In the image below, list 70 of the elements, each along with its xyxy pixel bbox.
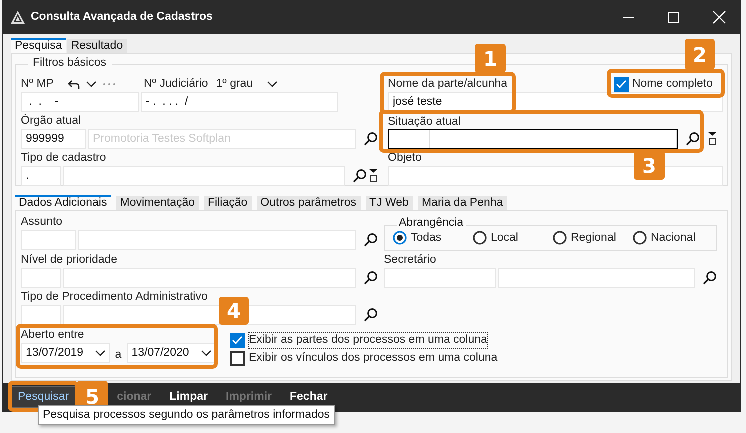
chevron-down-icon[interactable] [201,350,212,356]
search-icon[interactable] [364,271,378,285]
field-label: Nível de prioridade [21,253,118,268]
checkbox[interactable] [614,77,630,92]
field-label: Situação atual [388,115,461,129]
input-field[interactable]: 999999 [21,129,86,149]
radio-label: Todas [411,230,442,246]
radio-button[interactable] [553,231,567,245]
field-label: Aberto entre [21,328,84,343]
chevron-down-icon[interactable] [95,350,106,356]
close-icon[interactable] [713,10,726,24]
search-icon[interactable] [703,271,717,285]
undo-arrow-icon[interactable] [68,80,80,89]
field-label: Secretário [384,253,436,268]
tab[interactable]: Filiação [204,196,252,210]
radio-button[interactable] [393,231,407,245]
input-field[interactable]: . [21,166,61,186]
maximize-icon[interactable] [668,12,679,22]
tab[interactable]: Pesquisa [11,38,66,53]
search-icon[interactable] [364,308,378,322]
radio-label: Nacional [651,230,696,246]
checkbox[interactable] [230,350,245,366]
radio-button[interactable] [473,231,487,245]
field-label: Tipo de cadastro [21,151,106,166]
field-label: Tipo de Procedimento Administrativo [21,290,208,305]
tab[interactable]: TJ Web [366,196,413,210]
chevron-down-icon[interactable] [86,81,97,88]
field-label: Nome da parte/alcunha [388,77,508,92]
group-title: Filtros básicos [28,57,112,69]
tab[interactable]: Maria da Penha [418,196,508,210]
app-logo-icon [11,10,25,24]
tab[interactable]: Movimentação [116,196,200,210]
callout-badge: 3 [634,151,665,180]
field-label: Órgão atual [21,114,82,129]
callout-badge: 1 [475,44,506,73]
separator-label: a [114,348,123,363]
group-title: Abrangência [397,217,466,229]
checkbox[interactable] [230,332,245,348]
input-field[interactable]: - . . . . / [141,92,338,112]
window-title: Consulta Avançada de Cadastros [31,11,213,23]
filter-icon[interactable] [708,132,717,146]
date-picker[interactable]: 13/07/2019 [21,343,110,363]
field-label: Objeto [388,151,422,166]
search-icon[interactable] [364,132,378,146]
toolbar-button[interactable]: Limpar [162,386,215,408]
field-label: Assunto [21,215,63,230]
search-icon[interactable] [353,169,367,183]
field-label: 1º grau [216,77,254,92]
radio-button[interactable] [633,231,647,245]
checkbox-label: Nome completo [632,77,713,92]
toolbar-button[interactable]: Fechar [283,386,335,408]
callout-badge: 4 [219,297,249,325]
callout-badge: 2 [685,39,715,70]
ellipsis-icon[interactable] [102,83,116,86]
search-icon[interactable] [686,132,700,146]
tab[interactable]: Outros parâmetros [256,196,361,210]
tooltip: Pesquisa processos segundo os parâmetros informados [38,405,336,425]
input-field[interactable]: . . - [21,92,139,112]
tab[interactable]: Resultado [67,39,128,53]
checkbox-label: Exibir os vínculos dos processos em uma coluna [249,350,498,366]
checkbox-label: Exibir as partes dos processos em uma coluna [249,332,488,348]
date-picker[interactable]: 13/07/2020 [126,343,216,363]
filter-icon[interactable] [369,169,378,183]
field-label: Nº MP [21,77,54,92]
search-icon[interactable] [364,233,378,247]
input-field[interactable] [388,129,678,149]
radio-label: Regional [571,230,616,246]
chevron-down-icon[interactable] [267,81,278,88]
radio-label: Local [491,230,518,246]
field-label: Nº Judiciário [144,77,208,92]
